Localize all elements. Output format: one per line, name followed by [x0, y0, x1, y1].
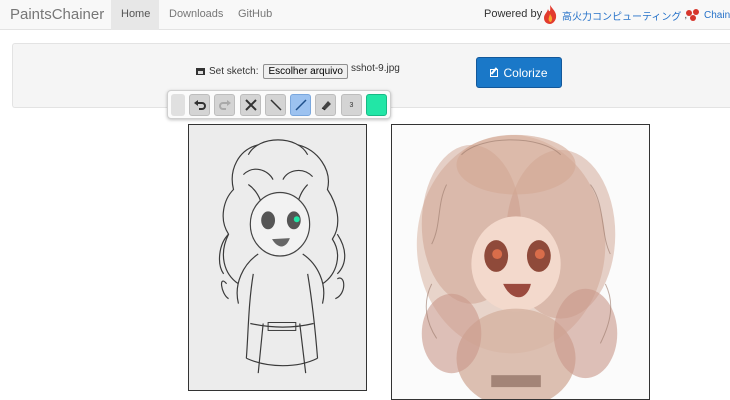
drawing-toolbar: 3 [167, 90, 391, 119]
toolbar-drag-handle[interactable] [171, 94, 185, 116]
colorized-result-image [391, 124, 650, 400]
nav-github[interactable]: GitHub [228, 0, 282, 30]
colorize-label: Colorize [503, 65, 548, 80]
sponsor-name-2: Chainer [704, 9, 730, 21]
color-picker-button[interactable] [366, 94, 387, 116]
undo-icon [193, 100, 206, 110]
redo-icon [218, 100, 231, 110]
sketch-image [189, 125, 366, 390]
pen-tool-button[interactable] [290, 94, 311, 116]
redo-button[interactable] [214, 94, 235, 116]
set-sketch-label: Set sketch: [209, 66, 259, 77]
top-navbar: PaintsChainer Home Downloads GitHub Powe… [0, 0, 730, 30]
picture-icon [196, 68, 205, 75]
sketch-canvas[interactable] [188, 124, 367, 391]
colorize-button[interactable]: Colorize [476, 57, 562, 88]
selected-file-name: sshot-9.jpg [350, 63, 400, 74]
brush-icon [490, 68, 499, 77]
sponsor-name-1: 高火力コンピューティング [562, 11, 682, 23]
flame-logo-icon [544, 5, 557, 24]
clear-icon [244, 99, 257, 111]
clear-button[interactable] [240, 94, 261, 116]
sponsor-link-chainer[interactable]: Chainer [684, 2, 730, 28]
nav-downloads[interactable]: Downloads [159, 0, 233, 30]
undo-button[interactable] [189, 94, 210, 116]
choose-file-button[interactable]: Escolher arquivo [263, 64, 348, 79]
pen-icon [294, 99, 307, 111]
eraser-tool-button[interactable] [315, 94, 336, 116]
brush-size-value: 3 [349, 101, 354, 109]
chainer-logo-icon [686, 9, 699, 21]
brush-size-button[interactable]: 3 [341, 94, 362, 116]
line-icon [269, 99, 282, 111]
brand-link[interactable]: PaintsChainer [10, 6, 104, 23]
set-sketch-row: Set sketch: Escolher arquivo sshot-9.jpg [196, 63, 400, 79]
sponsor-link-koukaryoku[interactable]: 高火力コンピューティング , [541, 2, 687, 28]
nav-home[interactable]: Home [111, 0, 159, 30]
line-tool-button[interactable] [265, 94, 286, 116]
powered-by-label: Powered by [484, 8, 543, 20]
eraser-icon [321, 101, 331, 111]
result-image [392, 125, 649, 399]
